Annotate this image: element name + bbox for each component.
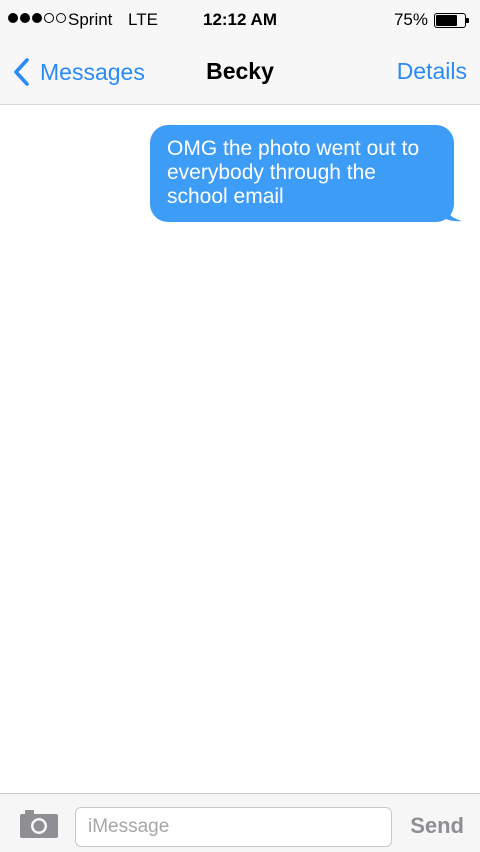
imessage-input[interactable] (75, 807, 392, 847)
message-row: OMG the photo went out to everybody thro… (150, 125, 464, 222)
battery-percent: 75% (393, 10, 428, 29)
battery-fill (436, 15, 457, 26)
header: Sprint LTE 12:12 AM 75% Messages Becky D… (0, 0, 480, 105)
details-button[interactable]: Details (397, 58, 467, 85)
battery-icon (434, 13, 470, 28)
bubble-tail (438, 200, 462, 222)
message-input-bar: Send (0, 793, 480, 852)
nav-bar: Messages Becky Details (0, 44, 480, 104)
status-bar: Sprint LTE 12:12 AM 75% (0, 0, 480, 44)
camera-icon[interactable] (19, 809, 59, 839)
conversation-view[interactable]: OMG the photo went out to everybody thro… (0, 105, 480, 793)
messages-screen: Sprint LTE 12:12 AM 75% Messages Becky D… (0, 0, 480, 852)
outgoing-message-bubble[interactable]: OMG the photo went out to everybody thro… (150, 125, 462, 222)
message-text: OMG the photo went out to everybody thro… (167, 137, 420, 208)
send-button[interactable]: Send (410, 813, 464, 839)
